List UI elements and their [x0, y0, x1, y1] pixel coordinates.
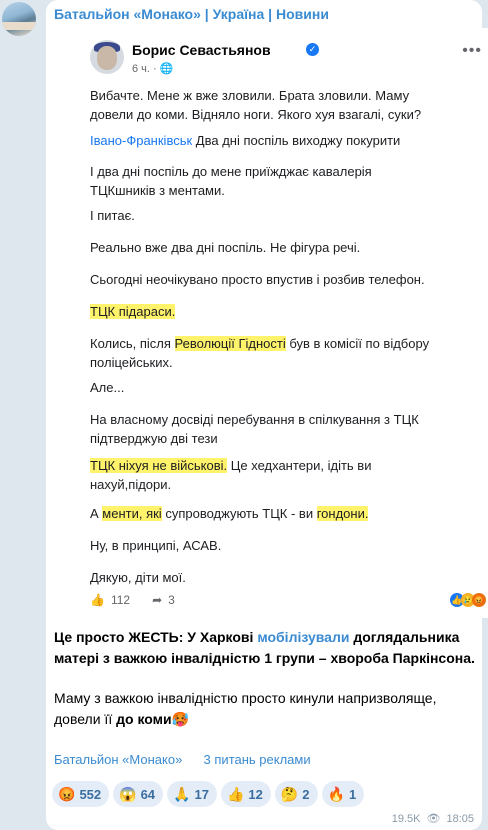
eye-icon: 👁 [426, 813, 441, 825]
reaction-count: 17 [194, 786, 209, 802]
reaction-angry[interactable]: 😡 552 [52, 781, 110, 807]
like-icon: 👍 [90, 593, 105, 607]
post-line: нахуй,підори. [90, 477, 172, 492]
reaction-scream[interactable]: 😱 64 [113, 781, 164, 807]
message-bubble: Батальйон «Монако» | Україна | Новини Бо… [46, 0, 488, 830]
reaction-thinking[interactable]: 🤔 2 [274, 781, 318, 807]
post-paragraph: ТЦК ніхуя не військові. Це хедхантери, і… [90, 456, 371, 494]
post-paragraph: ТЦК підараси. [90, 302, 176, 321]
post-paragraph: Ну, в принципі, АСАВ. [90, 538, 222, 553]
thinking-face-icon: 🤔 [280, 786, 299, 802]
post-paragraph: Вибачте. Мене ж вже зловили. Брата злови… [90, 86, 421, 124]
highlighted-text: ТЦК ніхуя не військові. [90, 458, 228, 473]
location-link: Івано-Франківськ [90, 133, 193, 148]
post-paragraph: А менти, які супроводжують ТЦК - ви гонд… [90, 504, 369, 523]
fire-icon: 🔥 [327, 786, 345, 802]
post-paragraph: Колись, після Революції Гідності був в к… [90, 334, 429, 372]
highlighted-text: Революції Гідності [174, 336, 286, 351]
globe-icon: 🌐 [159, 63, 174, 75]
share-count: 3 [168, 593, 175, 607]
angry-face-icon: 😡 [58, 786, 76, 802]
praying-hands-icon: 🙏 [173, 786, 191, 802]
share-icon: ➦ [152, 593, 163, 607]
post-text: Колись, після [90, 336, 175, 351]
meta-separator: · [153, 63, 157, 75]
post-paragraph: Реально вже два дні поспіль. Не фігура р… [90, 240, 361, 255]
post-time: 6 ч. [132, 63, 150, 75]
highlighted-text: гондони. [316, 506, 369, 521]
message-text: до коми [116, 711, 172, 727]
facebook-screenshot-image[interactable]: Борис Севастьянов ✓ 6 ч. · 🌐 ••• Вибачте… [80, 28, 488, 618]
post-text: Два дні поспіль виходжу покурити [192, 133, 401, 148]
message-line: довели її до коми🥵 [54, 709, 189, 730]
message-text: доглядальника [349, 629, 460, 645]
author-name: Борис Севастьянов [132, 42, 271, 58]
post-text: був в комісії по відбору [285, 336, 430, 351]
post-line: На власному досвіді перебування в спілку… [90, 412, 419, 427]
message-text: Це просто ЖЕСТЬ: У Харкові [54, 629, 258, 645]
reaction-count: 2 [302, 786, 310, 802]
verified-badge-icon: ✓ [306, 43, 319, 56]
highlighted-text: менти, які [102, 506, 162, 521]
post-line: ТЦКшників з ментами. [90, 183, 225, 198]
reaction-fire[interactable]: 🔥 1 [321, 781, 365, 807]
screaming-face-icon: 😱 [119, 786, 137, 802]
reactions-bar: 😡 552 😱 64 🙏 17 👍 12 🤔 2 🔥 1 [52, 781, 365, 807]
post-meta: 6 ч. · 🌐 [132, 62, 173, 75]
post-paragraph: На власному досвіді перебування в спілку… [90, 410, 419, 448]
message-line: Це просто ЖЕСТЬ: У Харкові мобілізували … [54, 627, 459, 648]
angry-reaction-icon: 😡 [472, 593, 486, 607]
post-paragraph: Сьогодні неочікувано просто впустив і ро… [90, 272, 425, 287]
post-text: А [90, 506, 103, 521]
reaction-count: 1 [348, 786, 357, 802]
reaction-count: 552 [79, 786, 102, 802]
highlighted-text: ТЦК підараси. [90, 304, 176, 319]
channel-avatar[interactable] [2, 2, 36, 36]
like-count: 112 [110, 593, 131, 607]
message-footer: 19.5K 👁 18:05 [391, 812, 474, 826]
post-text: Це хедхантери, ідіть ви [227, 458, 372, 473]
post-paragraph: І два дні поспіль до мене приїжджає кава… [90, 162, 372, 200]
post-paragraph: Але... [90, 380, 125, 395]
reaction-pray[interactable]: 🙏 17 [167, 781, 217, 807]
reaction-count: 12 [248, 786, 263, 802]
post-paragraph: Дякую, діти мої. [90, 570, 186, 585]
post-paragraph: Івано-Франківськ Два дні поспіль виходжу… [90, 131, 400, 150]
message-time: 18:05 [446, 812, 474, 825]
view-count: 19.5K [391, 812, 421, 825]
mobilized-link[interactable]: мобілізували [257, 629, 349, 645]
ads-link[interactable]: 3 питань реклами [204, 752, 311, 767]
message-line: Маму з важкою інвалідністю просто кинули… [54, 690, 437, 706]
post-paragraph: І питає. [90, 208, 135, 223]
more-options-icon: ••• [462, 42, 482, 59]
signature-channel-link[interactable]: Батальйон «Монако» [54, 752, 182, 767]
message-line: матері з важкою інвалідністю 1 групи – х… [54, 650, 475, 666]
post-line: підтверджую дві тези [90, 431, 218, 446]
post-line: довели до коми. Відняло ноги. Якого хуя … [90, 107, 422, 122]
author-avatar [90, 40, 124, 74]
message-text: довели її [54, 711, 117, 727]
post-line: поліцейських. [90, 355, 173, 370]
hot-face-emoji: 🥵 [171, 711, 190, 727]
reaction-count: 64 [140, 786, 156, 802]
post-line: І два дні поспіль до мене приїжджає кава… [90, 164, 372, 179]
channel-name[interactable]: Батальйон «Монако» | Україна | Новини [54, 6, 329, 22]
reaction-thumbsup[interactable]: 👍 12 [220, 781, 271, 807]
thumbs-up-icon: 👍 [226, 786, 245, 802]
reaction-summary: 👍 😢 😡 [450, 593, 486, 607]
post-text: супроводжують ТЦК - ви [161, 506, 317, 521]
post-actions: 👍 112 ➦ 3 [90, 593, 175, 607]
post-line: Вибачте. Мене ж вже зловили. Брата злови… [90, 88, 410, 103]
signature: Батальйон «Монако» 3 питань реклами [54, 752, 311, 767]
